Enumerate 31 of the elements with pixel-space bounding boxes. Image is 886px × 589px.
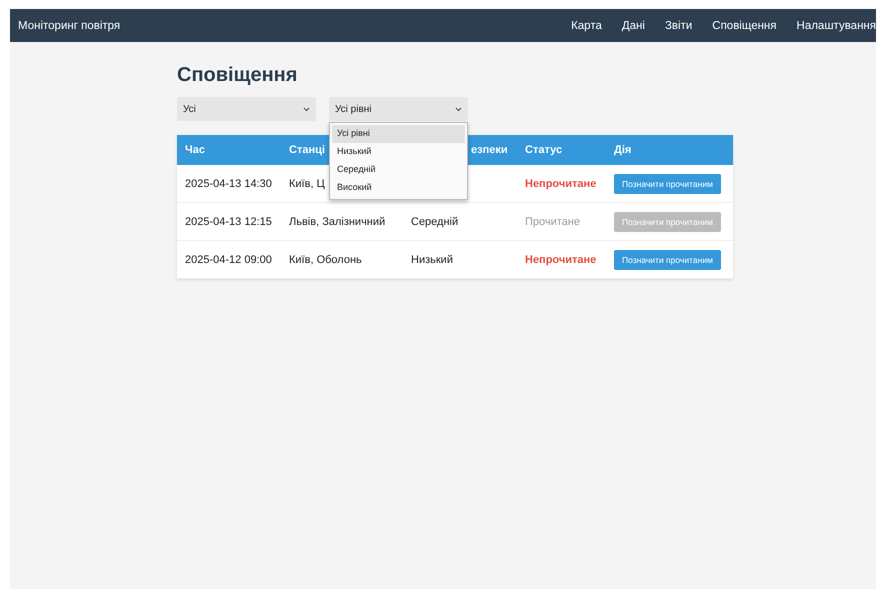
chevron-icon — [455, 106, 462, 112]
dropdown-option[interactable]: Низький — [332, 143, 465, 161]
column-header: Станці — [289, 144, 325, 156]
column-header: Дія — [614, 144, 632, 156]
chevron-icon — [303, 106, 310, 112]
status-text: Непрочитане — [525, 254, 596, 266]
table-cell: Середній — [411, 216, 458, 228]
table-cell: Низький — [411, 254, 453, 266]
filter-dropdown[interactable]: Усі рівні — [329, 97, 468, 121]
nav-link[interactable]: Карта — [571, 20, 602, 32]
page-title: Сповіщення — [177, 64, 298, 87]
table-cell: Київ, Оболонь — [289, 254, 362, 266]
filter-dropdown[interactable]: Усі — [177, 97, 316, 121]
status-text: Непрочитане — [525, 178, 596, 190]
table-cell-text: 2025-04-12 09:00 — [184, 254, 273, 266]
nav-link[interactable]: Сповіщення — [712, 20, 777, 32]
nav-link[interactable]: Дані — [622, 20, 645, 32]
brand-title: Моніторинг повітря — [18, 20, 120, 32]
column-header: Час — [185, 144, 205, 156]
dropdown-option[interactable]: Усі рівні — [332, 125, 465, 143]
dropdown-option[interactable]: Середній — [332, 161, 465, 179]
table-cell-text: 2025-04-13 14:30 — [184, 178, 273, 190]
status-text: Прочитане — [525, 216, 580, 228]
table-cell-text: 2025-04-13 12:15 — [184, 216, 273, 228]
dropdown-option[interactable]: Високий — [332, 179, 465, 197]
nav-link[interactable]: Звіти — [664, 20, 692, 32]
table-cell: Київ, Ц — [289, 178, 325, 190]
column-header: Статус — [525, 144, 562, 156]
table-cell: Львів, Залізничний — [289, 216, 386, 228]
column-header: езпеки — [470, 144, 508, 156]
nav-link[interactable]: Налаштування — [796, 20, 876, 32]
